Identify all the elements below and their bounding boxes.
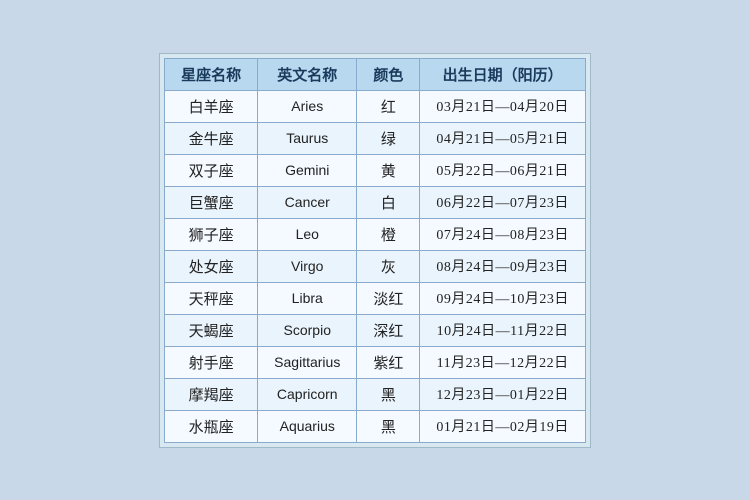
cell-chinese-name: 双子座 (165, 154, 258, 186)
cell-english-name: Aries (258, 90, 357, 122)
cell-date-range: 07月24日—08月23日 (420, 218, 586, 250)
cell-chinese-name: 水瓶座 (165, 410, 258, 442)
table-row: 处女座Virgo灰08月24日—09月23日 (165, 250, 586, 282)
zodiac-table-container: 星座名称 英文名称 颜色 出生日期（阳历） 白羊座Aries红03月21日—04… (159, 53, 591, 448)
cell-chinese-name: 射手座 (165, 346, 258, 378)
cell-english-name: Aquarius (258, 410, 357, 442)
table-row: 狮子座Leo橙07月24日—08月23日 (165, 218, 586, 250)
cell-chinese-name: 天秤座 (165, 282, 258, 314)
table-body: 白羊座Aries红03月21日—04月20日金牛座Taurus绿04月21日—0… (165, 90, 586, 442)
cell-color: 黑 (357, 378, 420, 410)
cell-chinese-name: 天蝎座 (165, 314, 258, 346)
cell-date-range: 11月23日—12月22日 (420, 346, 586, 378)
cell-color: 橙 (357, 218, 420, 250)
cell-color: 灰 (357, 250, 420, 282)
cell-english-name: Sagittarius (258, 346, 357, 378)
table-row: 射手座Sagittarius紫红11月23日—12月22日 (165, 346, 586, 378)
cell-english-name: Taurus (258, 122, 357, 154)
cell-date-range: 03月21日—04月20日 (420, 90, 586, 122)
cell-chinese-name: 巨蟹座 (165, 186, 258, 218)
cell-color: 淡红 (357, 282, 420, 314)
cell-chinese-name: 金牛座 (165, 122, 258, 154)
header-english-name: 英文名称 (258, 58, 357, 90)
cell-date-range: 12月23日—01月22日 (420, 378, 586, 410)
table-row: 天秤座Libra淡红09月24日—10月23日 (165, 282, 586, 314)
cell-color: 白 (357, 186, 420, 218)
table-header-row: 星座名称 英文名称 颜色 出生日期（阳历） (165, 58, 586, 90)
table-row: 巨蟹座Cancer白06月22日—07月23日 (165, 186, 586, 218)
cell-color: 绿 (357, 122, 420, 154)
cell-color: 黑 (357, 410, 420, 442)
cell-date-range: 09月24日—10月23日 (420, 282, 586, 314)
cell-english-name: Capricorn (258, 378, 357, 410)
table-row: 双子座Gemini黄05月22日—06月21日 (165, 154, 586, 186)
cell-date-range: 08月24日—09月23日 (420, 250, 586, 282)
cell-english-name: Gemini (258, 154, 357, 186)
cell-date-range: 04月21日—05月21日 (420, 122, 586, 154)
cell-chinese-name: 狮子座 (165, 218, 258, 250)
cell-english-name: Scorpio (258, 314, 357, 346)
zodiac-table: 星座名称 英文名称 颜色 出生日期（阳历） 白羊座Aries红03月21日—04… (164, 58, 586, 443)
table-row: 水瓶座Aquarius黑01月21日—02月19日 (165, 410, 586, 442)
cell-color: 紫红 (357, 346, 420, 378)
cell-color: 深红 (357, 314, 420, 346)
cell-date-range: 06月22日—07月23日 (420, 186, 586, 218)
cell-english-name: Virgo (258, 250, 357, 282)
table-row: 天蝎座Scorpio深红10月24日—11月22日 (165, 314, 586, 346)
cell-date-range: 05月22日—06月21日 (420, 154, 586, 186)
table-row: 白羊座Aries红03月21日—04月20日 (165, 90, 586, 122)
cell-color: 黄 (357, 154, 420, 186)
cell-english-name: Cancer (258, 186, 357, 218)
table-row: 金牛座Taurus绿04月21日—05月21日 (165, 122, 586, 154)
cell-chinese-name: 处女座 (165, 250, 258, 282)
cell-chinese-name: 白羊座 (165, 90, 258, 122)
cell-english-name: Leo (258, 218, 357, 250)
cell-date-range: 01月21日—02月19日 (420, 410, 586, 442)
header-chinese-name: 星座名称 (165, 58, 258, 90)
cell-english-name: Libra (258, 282, 357, 314)
cell-date-range: 10月24日—11月22日 (420, 314, 586, 346)
cell-chinese-name: 摩羯座 (165, 378, 258, 410)
cell-color: 红 (357, 90, 420, 122)
header-date: 出生日期（阳历） (420, 58, 586, 90)
header-color: 颜色 (357, 58, 420, 90)
table-row: 摩羯座Capricorn黑12月23日—01月22日 (165, 378, 586, 410)
